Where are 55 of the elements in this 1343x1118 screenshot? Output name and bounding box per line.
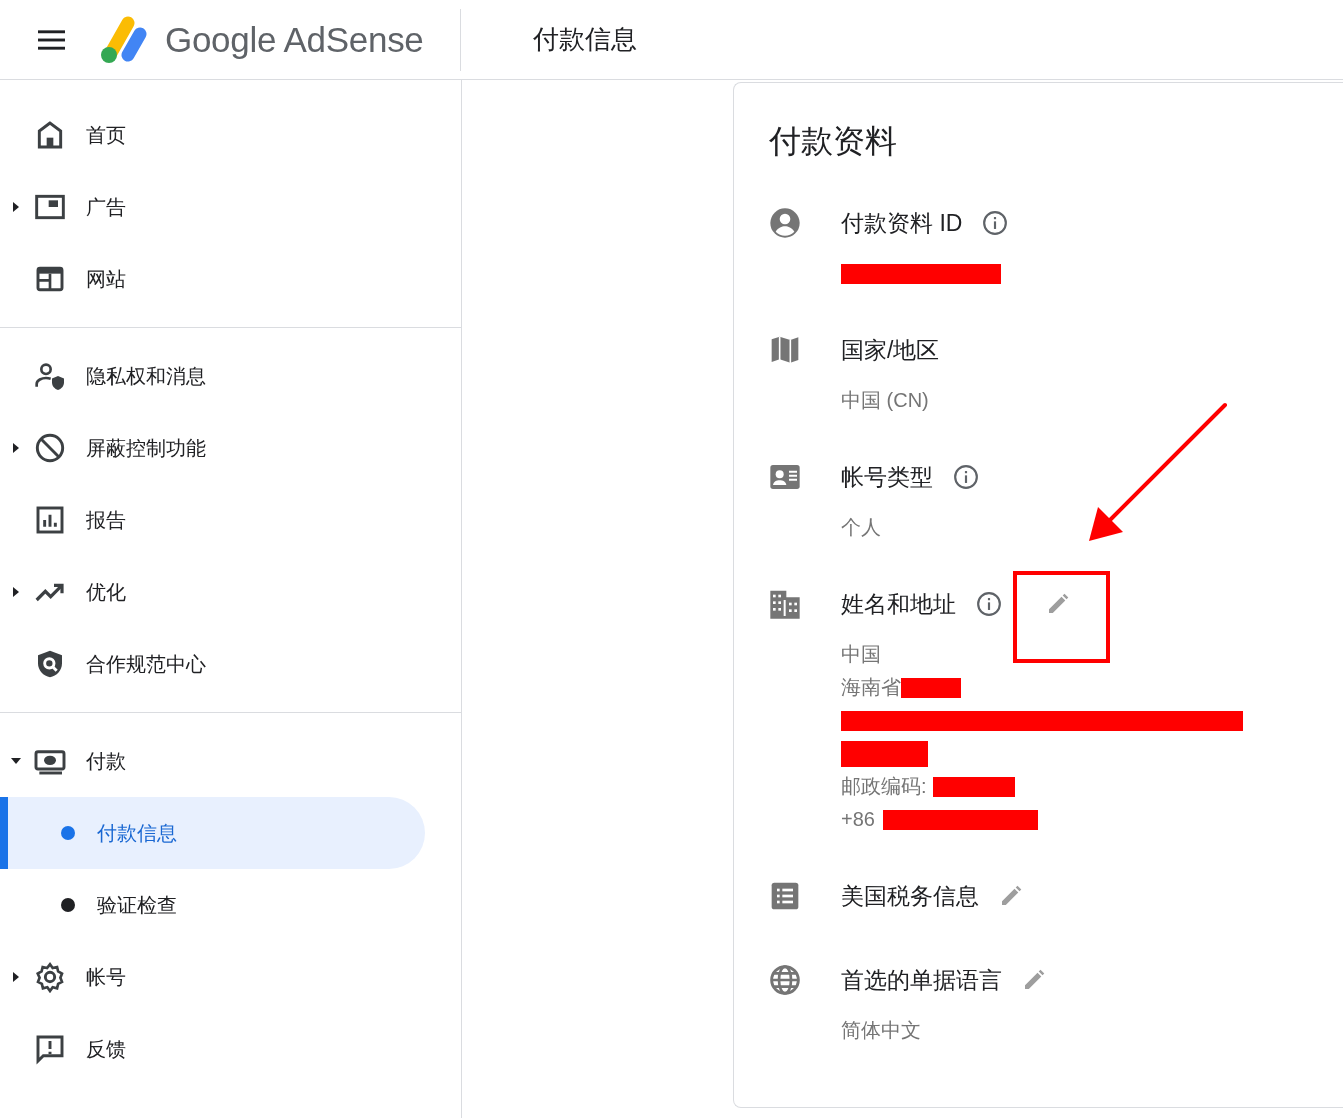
field-value: 海南省 [841, 675, 901, 700]
info-icon[interactable] [982, 210, 1009, 236]
bullet-icon [61, 826, 75, 840]
map-icon [769, 334, 801, 366]
field-label: 帐号类型 [841, 462, 933, 492]
pencil-icon [1022, 968, 1046, 992]
card-title: 付款资料 [769, 122, 898, 161]
nav-item[interactable]: 报告 [0, 484, 461, 556]
field-value: 中国 (CN) [841, 388, 929, 413]
nav-item[interactable]: 网站 [0, 243, 461, 315]
nav-item[interactable]: 广告 [0, 171, 461, 243]
bar-chart-icon [34, 504, 66, 536]
nav-item[interactable]: 反馈 [0, 1013, 461, 1085]
info-icon[interactable] [953, 464, 979, 490]
nav-item[interactable]: 优化 [0, 556, 461, 628]
redaction-mark [901, 677, 961, 698]
field-value: 中国 [841, 642, 881, 667]
pencil-icon [999, 884, 1023, 908]
person-shield-icon [34, 360, 66, 392]
nav-item[interactable]: 付款 [0, 725, 461, 797]
block-icon [34, 432, 66, 464]
caret-icon[interactable] [13, 587, 19, 597]
caret-icon[interactable] [13, 202, 19, 212]
product-name: Google AdSense [165, 19, 424, 60]
pencil-icon [1046, 592, 1070, 616]
building-icon [769, 588, 801, 620]
nav-subitem[interactable]: 付款信息 [0, 797, 425, 869]
gear-icon [34, 961, 66, 993]
nav-item[interactable]: 屏蔽控制功能 [0, 412, 461, 484]
feedback-icon [34, 1033, 66, 1065]
field-label: 付款资料 ID [841, 208, 963, 238]
page-title: 付款信息 [533, 23, 637, 56]
nav-item[interactable]: 首页 [0, 99, 461, 171]
info-icon[interactable] [976, 591, 1002, 617]
field-label: 姓名和地址 [841, 589, 956, 619]
account-circle-icon [769, 207, 801, 239]
caret-icon[interactable] [11, 758, 21, 764]
nav-item[interactable]: 隐私权和消息 [0, 340, 461, 412]
list-icon [769, 880, 801, 912]
field-value: 邮政编码: [841, 774, 927, 799]
caret-icon[interactable] [13, 443, 19, 453]
bullet-icon [61, 898, 75, 912]
field-value: +86 [841, 808, 875, 831]
nav-item[interactable]: 帐号 [0, 941, 461, 1013]
field-value: 简体中文 [841, 1018, 921, 1043]
logo-icon [98, 14, 148, 65]
globe-icon [769, 964, 801, 996]
menu-icon[interactable] [38, 29, 65, 50]
caret-icon[interactable] [13, 972, 19, 982]
nav-item[interactable]: 合作规范中心 [0, 628, 461, 700]
field-value: 个人 [841, 515, 881, 540]
field-label: 美国税务信息 [841, 881, 979, 911]
field-label: 首选的单据语言 [841, 965, 1002, 995]
field-label: 国家/地区 [841, 335, 940, 365]
nav-subitem[interactable]: 验证检查 [0, 869, 425, 941]
